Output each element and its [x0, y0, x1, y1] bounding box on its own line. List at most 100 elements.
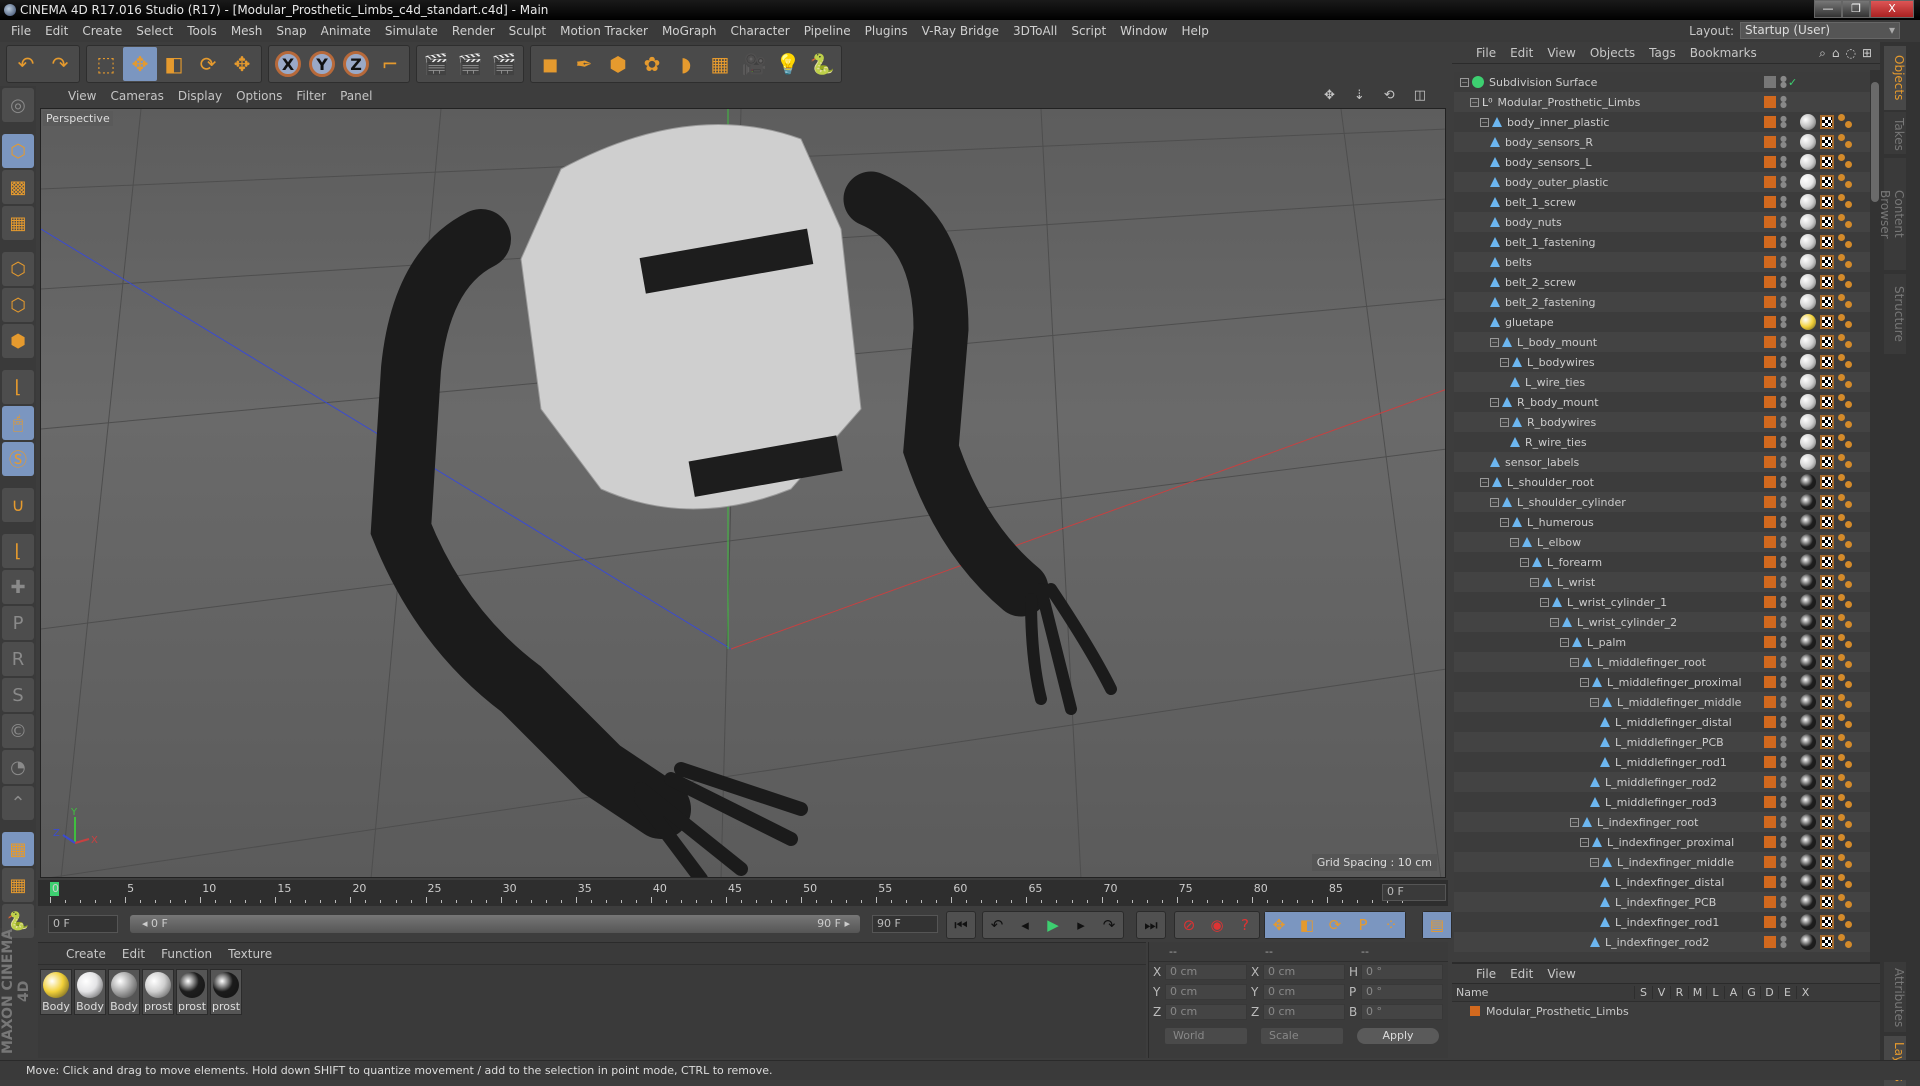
visibility-dots[interactable]: ● ●: [1780, 475, 1787, 489]
phong-tag-icon[interactable]: [1838, 914, 1854, 930]
object-row[interactable]: L_indexfinger_PCB ● ●: [1454, 892, 1878, 912]
object-row[interactable]: L_middlefinger_rod3 ● ●: [1454, 792, 1878, 812]
render-view-button[interactable]: 🎬: [419, 47, 453, 81]
rotate-view-icon[interactable]: ⟲: [1384, 88, 1395, 103]
menu-select[interactable]: Select: [129, 24, 180, 38]
camera-button[interactable]: 🎥: [737, 47, 771, 81]
parameter-key-button[interactable]: ©: [2, 714, 34, 748]
visibility-dots[interactable]: ● ●: [1780, 695, 1787, 709]
material-menu-texture[interactable]: Texture: [228, 947, 272, 961]
tab-structure[interactable]: Structure: [1884, 274, 1906, 354]
visibility-dots[interactable]: ● ●: [1780, 195, 1787, 209]
points-mode-button[interactable]: ⬡: [2, 252, 34, 286]
material-tag-icon[interactable]: [1800, 594, 1816, 610]
layer-column-x[interactable]: X: [1796, 986, 1814, 999]
position-key-button[interactable]: P: [2, 606, 34, 640]
viewport-menu-options[interactable]: Options: [236, 89, 282, 103]
menu-edit[interactable]: Edit: [38, 24, 75, 38]
phong-tag-icon[interactable]: [1838, 594, 1854, 610]
material-tag-icon[interactable]: [1800, 314, 1816, 330]
coordinate-field[interactable]: 0 °: [1361, 984, 1443, 1000]
layer-color-swatch[interactable]: [1764, 836, 1776, 848]
key-scale-button[interactable]: ◧: [1293, 912, 1321, 938]
object-row[interactable]: L_wire_ties ● ●: [1454, 372, 1878, 392]
phong-tag-icon[interactable]: [1838, 374, 1854, 390]
visibility-dots[interactable]: ● ●: [1780, 375, 1787, 389]
uvw-tag-icon[interactable]: [1820, 915, 1834, 929]
expand-toggle-icon[interactable]: −: [1470, 97, 1479, 107]
uvw-tag-icon[interactable]: [1820, 795, 1834, 809]
material-swatch[interactable]: prost: [142, 969, 174, 1015]
visibility-dots[interactable]: ● ●: [1780, 635, 1787, 649]
phong-tag-icon[interactable]: [1838, 434, 1854, 450]
layer-color-swatch[interactable]: [1764, 536, 1776, 548]
axis-mode-button[interactable]: ⌊: [2, 370, 34, 404]
material-tag-icon[interactable]: [1800, 734, 1816, 750]
object-row[interactable]: belt_2_screw ● ●: [1454, 272, 1878, 292]
layer-column-name[interactable]: Name: [1452, 986, 1634, 999]
keyframe-selection-button[interactable]: ?: [1231, 912, 1259, 938]
uvw-tag-icon[interactable]: [1820, 255, 1834, 269]
expand-toggle-icon[interactable]: −: [1490, 337, 1499, 347]
material-tag-icon[interactable]: [1800, 754, 1816, 770]
material-swatch[interactable]: Body: [108, 969, 140, 1015]
visibility-dots[interactable]: ● ●: [1780, 535, 1787, 549]
object-row[interactable]: R_wire_ties ● ●: [1454, 432, 1878, 452]
layer-color-swatch[interactable]: [1764, 256, 1776, 268]
visibility-dots[interactable]: ● ●: [1780, 575, 1787, 589]
object-row[interactable]: belt_1_fastening ● ●: [1454, 232, 1878, 252]
uvw-tag-icon[interactable]: [1820, 315, 1834, 329]
uvw-tag-icon[interactable]: [1820, 875, 1834, 889]
tab-takes[interactable]: Takes: [1884, 112, 1906, 154]
uvw-tag-icon[interactable]: [1820, 275, 1834, 289]
layer-color-swatch[interactable]: [1764, 316, 1776, 328]
scale-button[interactable]: ◧: [157, 47, 191, 81]
visibility-dots[interactable]: ● ●: [1780, 75, 1787, 89]
uvw-tag-icon[interactable]: [1820, 675, 1834, 689]
object-row[interactable]: − L_indexfinger_proximal ● ●: [1454, 832, 1878, 852]
coordinate-field[interactable]: 0 cm: [1263, 984, 1345, 1000]
visibility-dots[interactable]: ● ●: [1780, 275, 1787, 289]
material-tag-icon[interactable]: [1800, 474, 1816, 490]
object-row[interactable]: − L_middlefinger_root ● ●: [1454, 652, 1878, 672]
expand-toggle-icon[interactable]: −: [1580, 677, 1589, 687]
rotation-key-button[interactable]: R: [2, 642, 34, 676]
uvw-tag-icon[interactable]: [1820, 635, 1834, 649]
key-parameter-button[interactable]: P: [1349, 912, 1377, 938]
pen-button[interactable]: ✒: [567, 47, 601, 81]
render-settings-button[interactable]: 🎬: [487, 47, 521, 81]
visibility-dots[interactable]: ● ●: [1780, 915, 1787, 929]
material-tag-icon[interactable]: [1800, 634, 1816, 650]
uvw-tag-icon[interactable]: [1820, 475, 1834, 489]
phong-tag-icon[interactable]: [1838, 834, 1854, 850]
uvw-tag-icon[interactable]: [1820, 195, 1834, 209]
phong-tag-icon[interactable]: [1838, 114, 1854, 130]
material-tag-icon[interactable]: [1800, 234, 1816, 250]
material-tag-icon[interactable]: [1800, 934, 1816, 950]
add-keyframe-button[interactable]: ✚: [2, 570, 34, 604]
uvw-tag-icon[interactable]: [1820, 535, 1834, 549]
uvw-tag-icon[interactable]: [1820, 395, 1834, 409]
material-menu-create[interactable]: Create: [66, 947, 106, 961]
visibility-dots[interactable]: ● ●: [1780, 115, 1787, 129]
uvw-tag-icon[interactable]: [1820, 155, 1834, 169]
coordinate-field[interactable]: 0 cm: [1263, 1004, 1345, 1020]
timeline-ruler[interactable]: 051015202530354045505560657075808590 0 F: [38, 880, 1448, 906]
key-pla-button[interactable]: ⁘: [1377, 912, 1405, 938]
layer-color-swatch[interactable]: [1764, 356, 1776, 368]
material-swatch[interactable]: Body: [74, 969, 106, 1015]
uvw-tag-icon[interactable]: [1820, 375, 1834, 389]
object-row[interactable]: belts ● ●: [1454, 252, 1878, 272]
object-row[interactable]: − L_body_mount ● ●: [1454, 332, 1878, 352]
phong-tag-icon[interactable]: [1838, 754, 1854, 770]
material-tag-icon[interactable]: [1800, 214, 1816, 230]
uvw-tag-icon[interactable]: [1820, 615, 1834, 629]
object-row[interactable]: − L_indexfinger_root ● ●: [1454, 812, 1878, 832]
point-level-anim-button[interactable]: ⌃: [2, 786, 34, 820]
uvw-tag-icon[interactable]: [1820, 115, 1834, 129]
material-tag-icon[interactable]: [1800, 834, 1816, 850]
coordinate-field[interactable]: 0 cm: [1165, 984, 1247, 1000]
new-view-icon[interactable]: ⊞: [1862, 46, 1872, 61]
object-row[interactable]: body_sensors_R ● ●: [1454, 132, 1878, 152]
close-button[interactable]: X: [1870, 0, 1914, 18]
